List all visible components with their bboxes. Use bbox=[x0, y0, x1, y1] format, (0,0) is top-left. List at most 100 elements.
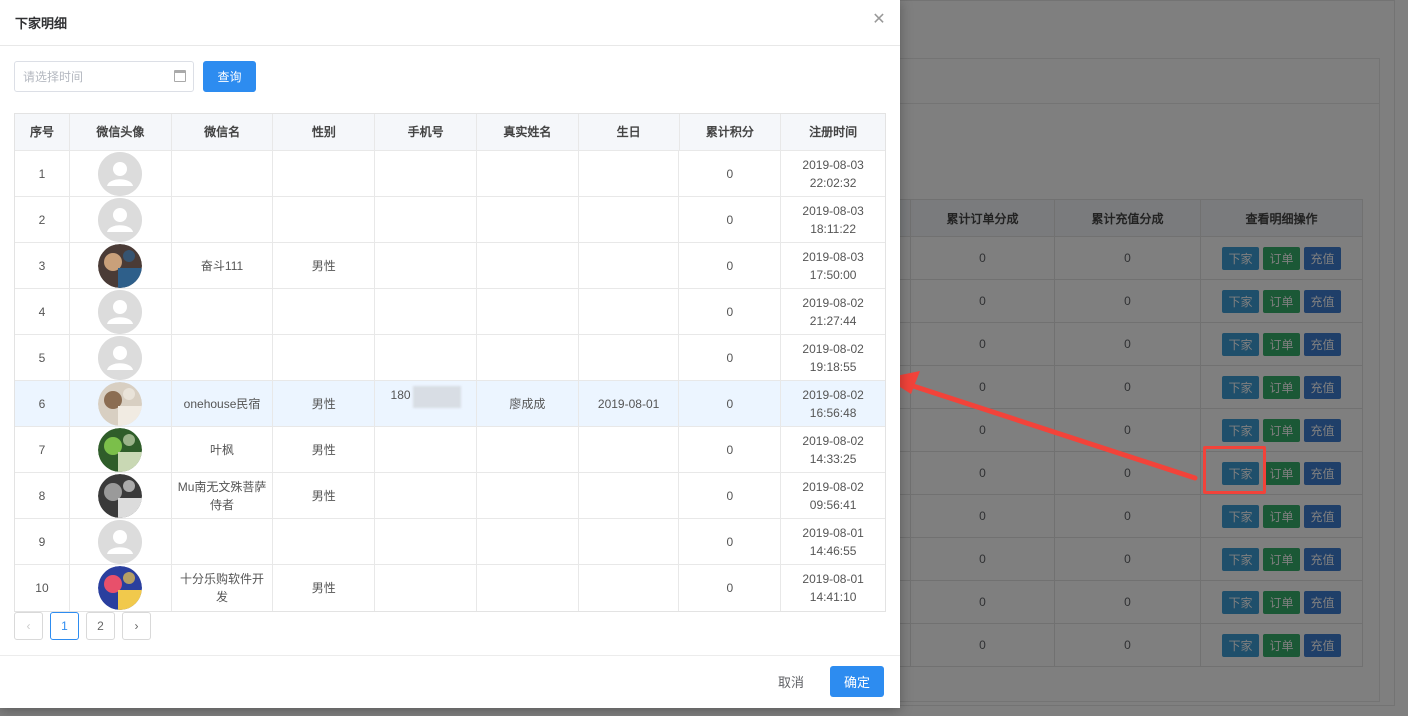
header-avatar: 微信头像 bbox=[70, 114, 172, 150]
register-time: 2019-08-02 16:56:48 bbox=[781, 381, 885, 426]
user-avatar bbox=[98, 427, 143, 472]
birthday: 2019-08-01 bbox=[579, 381, 680, 426]
gender: 男性 bbox=[273, 565, 376, 611]
points: 0 bbox=[679, 381, 782, 426]
real-name bbox=[477, 243, 579, 288]
wechat-name bbox=[172, 151, 274, 196]
real-name bbox=[477, 519, 579, 564]
register-clock: 16:56:48 bbox=[809, 405, 857, 420]
query-button[interactable]: 查询 bbox=[203, 61, 256, 92]
register-date: 2019-08-02 bbox=[802, 387, 864, 402]
register-date: 2019-08-03 bbox=[802, 249, 864, 264]
cancel-button[interactable]: 取消 bbox=[768, 666, 814, 697]
table-row[interactable]: 2 0 2019-08-03 18:11:22 bbox=[15, 197, 885, 243]
default-avatar-icon bbox=[98, 289, 143, 334]
phone-cell bbox=[375, 335, 477, 380]
phone-value: 180 bbox=[390, 388, 411, 402]
pagination: ‹ 1 2 › bbox=[14, 612, 151, 640]
register-time: 2019-08-03 18:11:22 bbox=[781, 197, 885, 242]
phone-cell bbox=[375, 289, 477, 334]
dialog-title: 下家明细 bbox=[15, 16, 68, 31]
row-index: 7 bbox=[15, 427, 70, 472]
table-row[interactable]: 5 0 2019-08-02 19:18:55 bbox=[15, 335, 885, 381]
table-row[interactable]: 7 叶枫 男性 0 2019-08-02 14:33:25 bbox=[15, 427, 885, 473]
phone-cell bbox=[375, 151, 477, 196]
downline-table: 序号 微信头像 微信名 性别 手机号 真实姓名 生日 累计积分 注册时间 102… bbox=[14, 113, 886, 612]
dialog-footer-divider bbox=[0, 655, 900, 656]
page-1[interactable]: 1 bbox=[50, 612, 79, 640]
points: 0 bbox=[679, 151, 782, 196]
register-date: 2019-08-02 bbox=[802, 433, 864, 448]
register-clock: 18:11:22 bbox=[810, 221, 857, 236]
wechat-name bbox=[172, 335, 274, 380]
gender bbox=[273, 335, 376, 380]
points: 0 bbox=[679, 565, 782, 611]
default-avatar-icon bbox=[98, 335, 143, 380]
header-real-name: 真实姓名 bbox=[477, 114, 579, 150]
header-points: 累计积分 bbox=[680, 114, 782, 150]
page-2[interactable]: 2 bbox=[86, 612, 115, 640]
birthday bbox=[579, 151, 680, 196]
register-clock: 21:27:44 bbox=[809, 313, 857, 328]
points: 0 bbox=[679, 197, 782, 242]
avatar-cell bbox=[70, 289, 172, 334]
register-time: 2019-08-01 14:41:10 bbox=[781, 565, 885, 611]
wechat-name: 奋斗111 bbox=[172, 243, 274, 288]
birthday bbox=[579, 427, 680, 472]
register-clock: 19:18:55 bbox=[809, 359, 857, 374]
points: 0 bbox=[679, 335, 782, 380]
chevron-left-icon[interactable]: ‹ bbox=[14, 612, 43, 640]
register-date: 2019-08-03 bbox=[802, 157, 864, 172]
wechat-name: 叶枫 bbox=[172, 427, 274, 472]
default-avatar-icon bbox=[98, 519, 143, 564]
register-time: 2019-08-03 17:50:00 bbox=[781, 243, 885, 288]
avatar-cell bbox=[70, 519, 172, 564]
birthday bbox=[579, 289, 680, 334]
table-row[interactable]: 4 0 2019-08-02 21:27:44 bbox=[15, 289, 885, 335]
dialog-footer: 取消 确定 bbox=[768, 666, 884, 697]
wechat-name: onehouse民宿 bbox=[172, 381, 274, 426]
wechat-name bbox=[172, 519, 274, 564]
row-index: 9 bbox=[15, 519, 70, 564]
header-register-time: 注册时间 bbox=[809, 125, 858, 139]
register-clock: 14:41:10 bbox=[809, 590, 857, 604]
user-avatar bbox=[98, 473, 143, 518]
register-clock: 14:33:25 bbox=[809, 451, 857, 466]
register-date: 2019-08-02 bbox=[802, 479, 864, 494]
user-avatar bbox=[98, 381, 143, 426]
row-index: 8 bbox=[15, 473, 70, 518]
confirm-button[interactable]: 确定 bbox=[830, 666, 884, 697]
chevron-right-icon[interactable]: › bbox=[122, 612, 151, 640]
real-name bbox=[477, 473, 579, 518]
table-row[interactable]: 10 十分乐购软件开发 男性 0 2019-08-01 14:41:10 bbox=[15, 565, 885, 611]
phone-cell bbox=[375, 565, 477, 611]
register-date: 2019-08-03 bbox=[802, 203, 864, 218]
wechat-name: 十分乐购软件开发 bbox=[172, 565, 274, 611]
register-date: 2019-08-01 bbox=[802, 572, 864, 586]
row-index: 5 bbox=[15, 335, 70, 380]
annotation-highlight-box bbox=[1203, 446, 1266, 494]
table-row[interactable]: 1 0 2019-08-03 22:02:32 bbox=[15, 151, 885, 197]
points: 0 bbox=[679, 289, 782, 334]
header-birthday: 生日 bbox=[579, 114, 680, 150]
header-phone: 手机号 bbox=[375, 114, 477, 150]
table-row[interactable]: 3 奋斗111 男性 0 2019-08-03 17:50:00 bbox=[15, 243, 885, 289]
avatar-cell bbox=[70, 335, 172, 380]
register-time: 2019-08-02 14:33:25 bbox=[781, 427, 885, 472]
avatar-cell bbox=[70, 381, 172, 426]
table-row[interactable]: 8 Mu南无文殊菩萨侍者 男性 0 2019-08-02 09:56:41 bbox=[15, 473, 885, 519]
table-row[interactable]: 6 onehouse民宿 男性 180 廖成成 2019-08-01 0 2019-08-02… bbox=[15, 381, 885, 427]
close-icon[interactable]: ✕ bbox=[871, 12, 887, 28]
date-picker[interactable] bbox=[14, 61, 194, 92]
register-clock: 17:50:00 bbox=[809, 267, 857, 282]
real-name bbox=[477, 197, 579, 242]
avatar-cell bbox=[70, 243, 172, 288]
header-wechat-name: 微信名 bbox=[172, 114, 274, 150]
table-row[interactable]: 9 0 2019-08-01 14:46:55 bbox=[15, 519, 885, 565]
gender: 男性 bbox=[273, 243, 376, 288]
date-input[interactable] bbox=[23, 69, 163, 84]
birthday bbox=[579, 565, 680, 611]
avatar-cell bbox=[70, 427, 172, 472]
real-name bbox=[477, 151, 579, 196]
register-date: 2019-08-02 bbox=[802, 295, 864, 310]
